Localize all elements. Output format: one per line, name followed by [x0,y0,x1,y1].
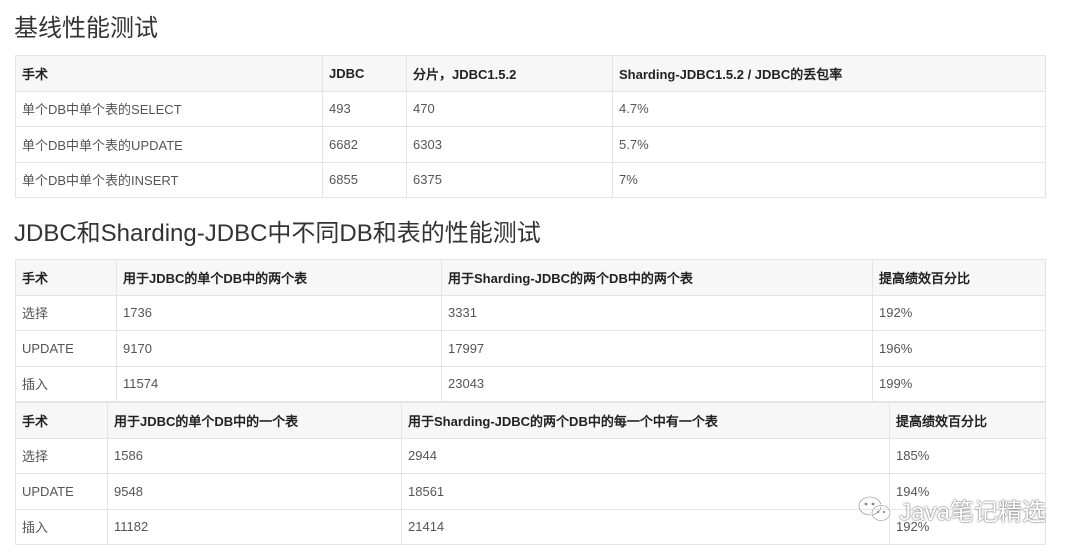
header-cell: 用于JDBC的单个DB中的两个表 [116,259,442,296]
table-row: 单个DB中单个表的INSERT 6855 6375 7% [15,161,1046,198]
table-cell: 470 [406,90,613,127]
table-cell: 192% [872,294,1046,331]
table-cell: 3331 [441,294,873,331]
table-cell: 4.7% [612,90,1046,127]
table-row: 选择 1736 3331 192% [15,294,1046,331]
table-cell: 单个DB中单个表的INSERT [15,161,323,198]
table-cell: 11574 [116,365,442,402]
header-cell: 手术 [15,55,323,92]
watermark: Java笔记精选 [857,494,1046,526]
table-cell: 1586 [107,437,402,474]
table-cell: 21414 [401,508,890,545]
table-cell: 7% [612,161,1046,198]
header-cell: 提高绩效百分比 [872,259,1046,296]
header-cell: 手术 [15,402,108,439]
section-title-baseline: 基线性能测试 [14,15,158,42]
table-cell: 单个DB中单个表的SELECT [15,90,323,127]
table-cell: 2944 [401,437,890,474]
table-row: UPDATE 9170 17997 196% [15,330,1046,367]
table-cell: 6855 [322,161,407,198]
table-cell: 选择 [15,294,117,331]
table-cell: 11182 [107,508,402,545]
table-cell: 18561 [401,473,890,510]
table-cell: 199% [872,365,1046,402]
header-cell: Sharding-JDBC1.5.2 / JDBC的丢包率 [612,55,1046,92]
table-cell: 1736 [116,294,442,331]
header-cell: 用于Sharding-JDBC的两个DB中的两个表 [441,259,873,296]
table-cell: 185% [889,437,1046,474]
table-header-row: 手术 用于JDBC的单个DB中的一个表 用于Sharding-JDBC的两个DB… [15,402,1046,439]
table-cell: 23043 [441,365,873,402]
table-header-row: 手术 用于JDBC的单个DB中的两个表 用于Sharding-JDBC的两个DB… [15,259,1046,296]
baseline-table: 手术 JDBC 分片，JDBC1.5.2 Sharding-JDBC1.5.2 … [15,55,1046,198]
table-row: 单个DB中单个表的SELECT 493 470 4.7% [15,90,1046,127]
table-cell: UPDATE [15,473,108,510]
watermark-text: Java笔记精选 [899,498,1046,526]
section-title-comparison: JDBC和Sharding-JDBC中不同DB和表的性能测试 [14,220,541,247]
table-cell: 9548 [107,473,402,510]
table-cell: 插入 [15,508,108,545]
table-cell: 单个DB中单个表的UPDATE [15,126,323,163]
table-cell: 493 [322,90,407,127]
wechat-icon [857,494,893,524]
header-cell: JDBC [322,55,407,92]
two-tables-comparison-table: 手术 用于JDBC的单个DB中的两个表 用于Sharding-JDBC的两个DB… [15,259,1046,402]
table-cell: 6303 [406,126,613,163]
table-cell: 6682 [322,126,407,163]
header-cell: 用于Sharding-JDBC的两个DB中的每一个中有一个表 [401,402,890,439]
table-cell: 196% [872,330,1046,367]
table-cell: 17997 [441,330,873,367]
table-cell: 插入 [15,365,117,402]
header-cell: 分片，JDBC1.5.2 [406,55,613,92]
table-cell: UPDATE [15,330,117,367]
table-row: 插入 11574 23043 199% [15,365,1046,402]
table-cell: 选择 [15,437,108,474]
table-cell: 6375 [406,161,613,198]
table-cell: 9170 [116,330,442,367]
header-cell: 用于JDBC的单个DB中的一个表 [107,402,402,439]
table-header-row: 手术 JDBC 分片，JDBC1.5.2 Sharding-JDBC1.5.2 … [15,55,1046,92]
table-cell: 5.7% [612,126,1046,163]
table-row: 单个DB中单个表的UPDATE 6682 6303 5.7% [15,126,1046,163]
header-cell: 手术 [15,259,117,296]
table-row: 选择 1586 2944 185% [15,437,1046,474]
header-cell: 提高绩效百分比 [889,402,1046,439]
